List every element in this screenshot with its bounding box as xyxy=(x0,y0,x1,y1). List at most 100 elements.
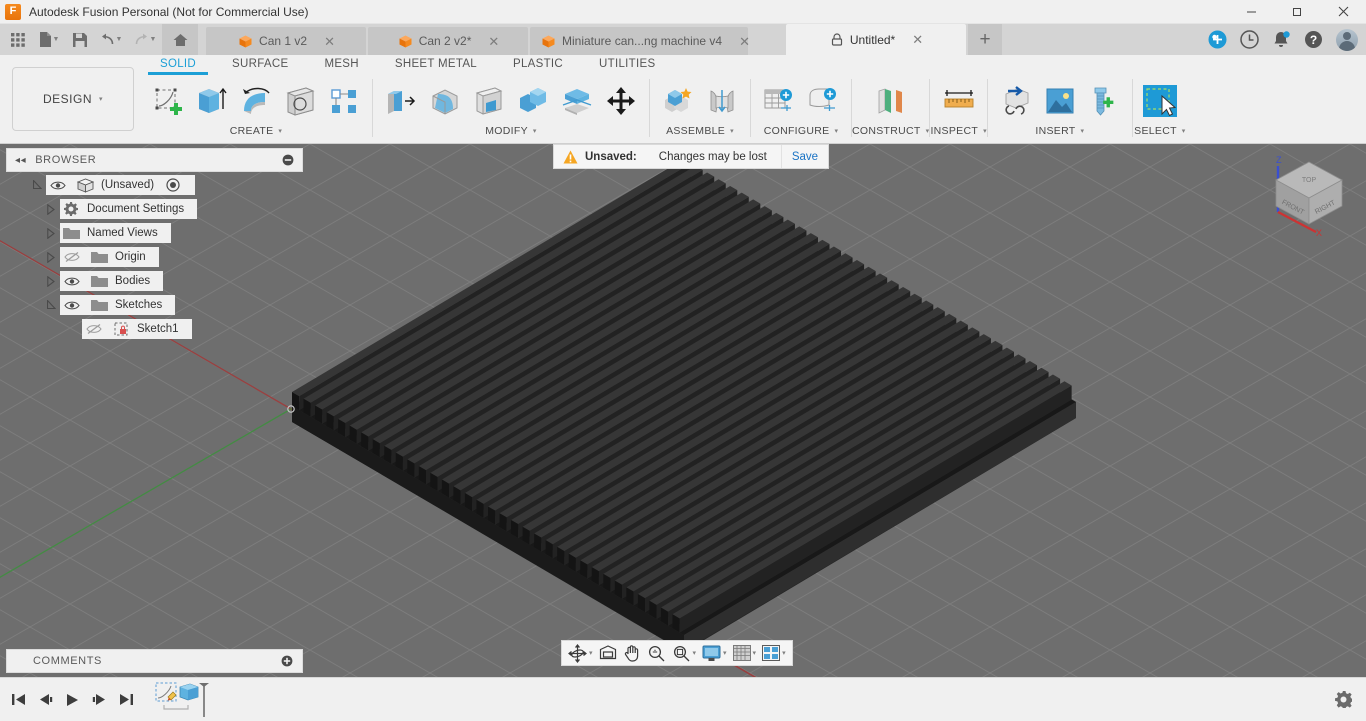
configure-table-icon[interactable] xyxy=(757,79,801,123)
apps-grid-icon[interactable] xyxy=(4,24,32,55)
eye-visible-icon[interactable] xyxy=(61,300,83,311)
chevron-down-icon[interactable]: ▼ xyxy=(53,36,60,43)
chevron-down-icon[interactable]: ▼ xyxy=(150,36,157,43)
shell-icon[interactable] xyxy=(467,79,511,123)
measure-icon[interactable] xyxy=(937,79,981,123)
tree-node-bodies[interactable]: Bodies xyxy=(6,271,303,291)
press-pull-icon[interactable] xyxy=(379,79,423,123)
minimize-browser-icon[interactable] xyxy=(282,154,294,166)
maximize-button[interactable] xyxy=(1274,0,1320,24)
collapse-arrow-icon[interactable] xyxy=(42,252,60,263)
configure-part-icon[interactable] xyxy=(801,79,845,123)
job-status-icon[interactable] xyxy=(1234,24,1264,55)
close-icon[interactable]: ✕ xyxy=(912,33,923,46)
chevron-down-icon[interactable]: ▾ xyxy=(753,649,757,657)
document-tab[interactable]: Can 2 v2* ✕ xyxy=(368,27,528,55)
tree-node-unsaved[interactable]: (Unsaved) xyxy=(6,175,303,195)
tree-node-origin[interactable]: Origin xyxy=(6,247,303,267)
insert-derive-icon[interactable] xyxy=(994,79,1038,123)
minimize-button[interactable] xyxy=(1228,0,1274,24)
chevron-down-icon[interactable]: ▾ xyxy=(693,649,697,657)
extrude-icon[interactable] xyxy=(190,79,234,123)
collapse-panel-icon[interactable]: ◂◂ xyxy=(15,155,26,166)
timeline-play-icon[interactable] xyxy=(60,685,84,715)
chevron-down-icon[interactable]: ▾ xyxy=(589,649,593,657)
display-settings-icon[interactable]: ▾ xyxy=(699,641,730,665)
panel-construct-label[interactable]: CONSTRUCT ▾ xyxy=(852,125,929,137)
document-tab[interactable]: Can 1 v2 ✕ xyxy=(206,27,366,55)
rectangular-pattern-icon[interactable] xyxy=(322,79,366,123)
revolve-icon[interactable] xyxy=(234,79,278,123)
document-tab[interactable]: Miniature can...ng machine v4 ✕ xyxy=(530,27,748,55)
new-document-icon[interactable]: ▼ xyxy=(32,24,66,55)
account-avatar[interactable] xyxy=(1330,24,1360,55)
tree-item-unsaved[interactable]: (Unsaved) xyxy=(46,175,195,195)
tree-node-sketches[interactable]: Sketches xyxy=(6,295,303,315)
eye-hidden-icon[interactable] xyxy=(61,251,83,263)
tree-item-document-settings[interactable]: Document Settings xyxy=(60,199,197,219)
close-button[interactable] xyxy=(1320,0,1366,24)
add-comment-icon[interactable] xyxy=(281,655,293,667)
joint-icon[interactable] xyxy=(700,79,744,123)
close-icon[interactable]: ✕ xyxy=(324,35,335,48)
eye-visible-icon[interactable] xyxy=(61,276,83,287)
viewports-icon[interactable]: ▾ xyxy=(759,641,789,665)
tree-node-document-settings[interactable]: Document Settings xyxy=(6,199,303,219)
close-icon[interactable]: ✕ xyxy=(739,35,750,48)
document-tab-active[interactable]: Untitled* ✕ xyxy=(786,24,966,55)
chevron-down-icon[interactable]: ▾ xyxy=(782,649,786,657)
workspace-switcher[interactable]: DESIGN ▾ xyxy=(12,67,134,131)
chevron-down-icon[interactable]: ▼ xyxy=(116,36,123,43)
timeline-jump-end-icon[interactable] xyxy=(114,685,138,715)
timeline-settings-gear-icon[interactable] xyxy=(1332,689,1354,711)
comments-panel[interactable]: COMMENTS xyxy=(6,649,303,673)
combine-icon[interactable] xyxy=(511,79,555,123)
panel-select-label[interactable]: SELECT ▾ xyxy=(1134,125,1185,137)
tab-utilities[interactable]: UTILITIES xyxy=(581,58,673,70)
tab-plastic[interactable]: PLASTIC xyxy=(495,58,581,70)
extensions-icon[interactable] xyxy=(1202,24,1232,55)
collapse-arrow-icon[interactable] xyxy=(42,228,60,239)
tree-item-sketches[interactable]: Sketches xyxy=(60,295,175,315)
new-component-icon[interactable] xyxy=(656,79,700,123)
tree-item-sketch1[interactable]: Sketch1 xyxy=(82,319,192,339)
timeline-jump-start-icon[interactable] xyxy=(6,685,30,715)
tab-mesh[interactable]: MESH xyxy=(306,58,376,70)
home-icon[interactable] xyxy=(162,24,198,55)
close-icon[interactable]: ✕ xyxy=(488,35,499,48)
hole-icon[interactable] xyxy=(278,79,322,123)
create-sketch-icon[interactable] xyxy=(146,79,190,123)
panel-create-label[interactable]: CREATE ▾ xyxy=(230,125,282,137)
notifications-icon[interactable] xyxy=(1266,24,1296,55)
expand-arrow-icon[interactable] xyxy=(42,300,60,310)
collapse-arrow-icon[interactable] xyxy=(42,204,60,215)
tab-sheet-metal[interactable]: SHEET METAL xyxy=(377,58,495,70)
insert-mcmaster-icon[interactable] xyxy=(1082,79,1126,123)
tree-node-sketch1[interactable]: Sketch1 xyxy=(6,319,303,339)
zoom-window-icon[interactable]: ▾ xyxy=(669,641,700,665)
collapse-arrow-icon[interactable] xyxy=(42,276,60,287)
panel-modify-label[interactable]: MODIFY ▾ xyxy=(485,125,536,137)
tree-item-origin[interactable]: Origin xyxy=(60,247,159,267)
look-at-icon[interactable] xyxy=(596,641,620,665)
move-copy-icon[interactable] xyxy=(599,79,643,123)
eye-hidden-icon[interactable] xyxy=(83,323,105,335)
new-tab-button[interactable]: + xyxy=(968,24,1002,55)
insert-canvas-icon[interactable] xyxy=(1038,79,1082,123)
tab-surface[interactable]: SURFACE xyxy=(214,58,306,70)
tree-item-bodies[interactable]: Bodies xyxy=(60,271,163,291)
expand-arrow-icon[interactable] xyxy=(28,180,46,190)
panel-insert-label[interactable]: INSERT ▾ xyxy=(1035,125,1084,137)
pan-icon[interactable] xyxy=(620,641,644,665)
timeline-step-back-icon[interactable] xyxy=(33,685,57,715)
save-link[interactable]: Save xyxy=(781,145,828,168)
panel-assemble-label[interactable]: ASSEMBLE ▾ xyxy=(666,125,734,137)
tree-item-named-views[interactable]: Named Views xyxy=(60,223,171,243)
orbit-icon[interactable]: ▾ xyxy=(565,641,596,665)
save-icon[interactable] xyxy=(66,24,94,55)
view-cube[interactable]: Z X TOP FRONT RIGHT xyxy=(1266,154,1352,240)
viewport-3d[interactable]: Unsaved: Changes may be lost Save ◂◂ BRO… xyxy=(0,144,1366,677)
select-icon[interactable] xyxy=(1139,79,1181,123)
eye-visible-icon[interactable] xyxy=(47,180,69,191)
undo-icon[interactable]: ▼ xyxy=(94,24,128,55)
